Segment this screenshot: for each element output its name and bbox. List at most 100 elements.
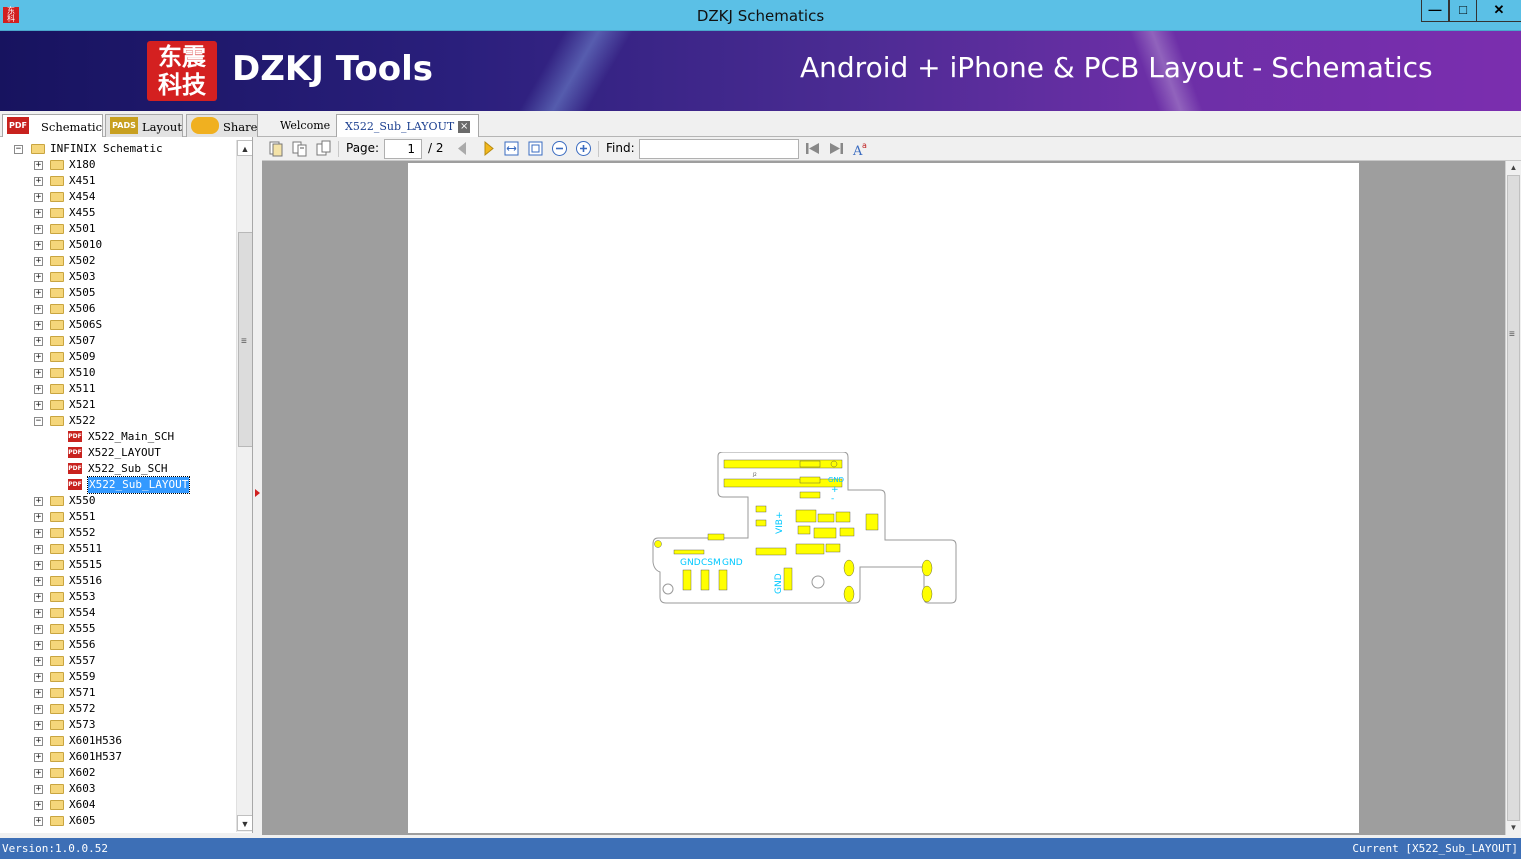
expand-icon[interactable]: + [34, 209, 43, 218]
expand-icon[interactable]: + [34, 577, 43, 586]
find-input[interactable] [639, 139, 799, 159]
expand-icon[interactable]: + [34, 353, 43, 362]
expand-icon[interactable]: + [34, 369, 43, 378]
tree-folder-label: X5511 [69, 542, 103, 555]
panel-splitter[interactable] [253, 137, 262, 833]
zoom-in-icon[interactable] [575, 140, 592, 157]
expand-icon[interactable]: + [34, 161, 43, 170]
fit-page-icon[interactable] [527, 140, 544, 157]
expand-icon[interactable]: + [34, 785, 43, 794]
expand-icon[interactable]: + [34, 641, 43, 650]
expand-icon[interactable]: + [34, 289, 43, 298]
folder-icon [50, 672, 64, 682]
previous-page-icon[interactable] [454, 140, 471, 157]
expand-icon[interactable]: + [34, 337, 43, 346]
expand-icon[interactable]: + [34, 689, 43, 698]
tree-folder-label: X603 [69, 782, 96, 795]
expand-icon[interactable]: + [34, 401, 43, 410]
pcb-label: GND [828, 476, 844, 484]
folder-icon [50, 656, 64, 666]
expand-icon[interactable]: + [34, 273, 43, 282]
tree-file-label: X522_Main_SCH [88, 430, 175, 443]
expand-icon[interactable]: + [34, 241, 43, 250]
maximize-button[interactable]: □ [1449, 0, 1477, 22]
zoom-out-icon[interactable] [551, 140, 568, 157]
folder-icon [50, 784, 64, 794]
expand-icon[interactable]: + [34, 513, 43, 522]
tab-label: Schematic [41, 120, 103, 134]
expand-icon[interactable]: + [34, 753, 43, 762]
folder-icon [50, 608, 64, 618]
expand-icon[interactable]: + [34, 225, 43, 234]
expand-icon[interactable]: + [34, 609, 43, 618]
tab-schematic[interactable]: PDF Schematic [2, 114, 103, 138]
expand-icon[interactable]: + [34, 817, 43, 826]
text-highlight-icon[interactable]: Aa [852, 140, 869, 157]
tree-folder-label: X503 [69, 270, 96, 283]
expand-icon[interactable]: + [34, 673, 43, 682]
next-page-icon[interactable] [480, 140, 497, 157]
expand-icon[interactable]: + [34, 625, 43, 634]
version-text: Version:1.0.0.52 [2, 842, 108, 855]
collapse-icon[interactable]: − [34, 417, 43, 426]
expand-icon[interactable]: + [34, 657, 43, 666]
expand-icon[interactable]: + [34, 305, 43, 314]
folder-icon [31, 144, 45, 154]
fit-width-icon[interactable] [503, 140, 520, 157]
company-logo: 东震 科技 [147, 41, 217, 101]
collapse-icon[interactable]: − [14, 145, 23, 154]
expand-icon[interactable]: + [34, 497, 43, 506]
find-previous-icon[interactable] [804, 140, 821, 157]
viewer-scrollbar[interactable]: ▲ ≡ ▼ [1505, 161, 1521, 835]
tree-scrollbar[interactable]: ▲ ≡ ▼ [236, 140, 252, 832]
tab-welcome[interactable]: Welcome [266, 114, 338, 137]
expand-icon[interactable]: + [34, 561, 43, 570]
tab-label: X522_Sub_LAYOUT [345, 120, 455, 133]
expand-icon[interactable]: + [34, 385, 43, 394]
close-tab-icon[interactable]: × [458, 121, 471, 133]
scroll-down-icon[interactable]: ▼ [1506, 821, 1521, 835]
copy-icon[interactable] [267, 140, 284, 157]
tree-file-label: X522_LAYOUT [88, 446, 161, 459]
tree-folder-label: X180 [69, 158, 96, 171]
tree-folder-label: X555 [69, 622, 96, 635]
folder-icon [50, 384, 64, 394]
page-number-input[interactable]: 1 [384, 139, 422, 159]
expand-icon[interactable]: + [34, 801, 43, 810]
scroll-up-icon[interactable]: ▲ [1506, 161, 1521, 175]
expand-icon[interactable]: + [34, 737, 43, 746]
expand-icon[interactable]: + [34, 321, 43, 330]
expand-icon[interactable]: + [34, 193, 43, 202]
expand-icon[interactable]: + [34, 705, 43, 714]
scroll-up-icon[interactable]: ▲ [237, 140, 252, 156]
tab-label: Share [223, 120, 258, 134]
header-banner: 东震 科技 DZKJ Tools Android + iPhone & PCB … [0, 31, 1521, 111]
expand-icon[interactable]: + [34, 721, 43, 730]
tree-folder-label: X601H536 [69, 734, 122, 747]
folder-icon [50, 800, 64, 810]
export-icon[interactable] [315, 140, 332, 157]
collapse-arrow-icon[interactable] [255, 489, 260, 497]
folder-icon [50, 704, 64, 714]
scrollbar-thumb[interactable] [1507, 175, 1520, 821]
close-button[interactable]: ✕ [1476, 0, 1521, 22]
minimize-button[interactable]: — [1421, 0, 1449, 22]
pages-icon[interactable] [291, 140, 308, 157]
tab-layout[interactable]: PADS Layout [105, 114, 183, 137]
folder-icon [50, 400, 64, 410]
expand-icon[interactable]: + [34, 593, 43, 602]
expand-icon[interactable]: + [34, 769, 43, 778]
file-tree-panel: − INFINIX Schematic + X180 + X451 + X454 + X455… [0, 137, 253, 833]
tab-share[interactable]: Share [186, 114, 258, 137]
folder-icon [50, 416, 64, 426]
find-next-icon[interactable] [828, 140, 845, 157]
pdf-page: J2 GND + - VIB+ GND CSM GND GND [408, 163, 1359, 833]
expand-icon[interactable]: + [34, 257, 43, 266]
scroll-down-icon[interactable]: ▼ [237, 815, 252, 831]
tree-folder-label: X550 [69, 494, 96, 507]
expand-icon[interactable]: + [34, 177, 43, 186]
expand-icon[interactable]: + [34, 545, 43, 554]
tab-document[interactable]: X522_Sub_LAYOUT × [336, 114, 480, 137]
expand-icon[interactable]: + [34, 529, 43, 538]
folder-icon [50, 288, 64, 298]
